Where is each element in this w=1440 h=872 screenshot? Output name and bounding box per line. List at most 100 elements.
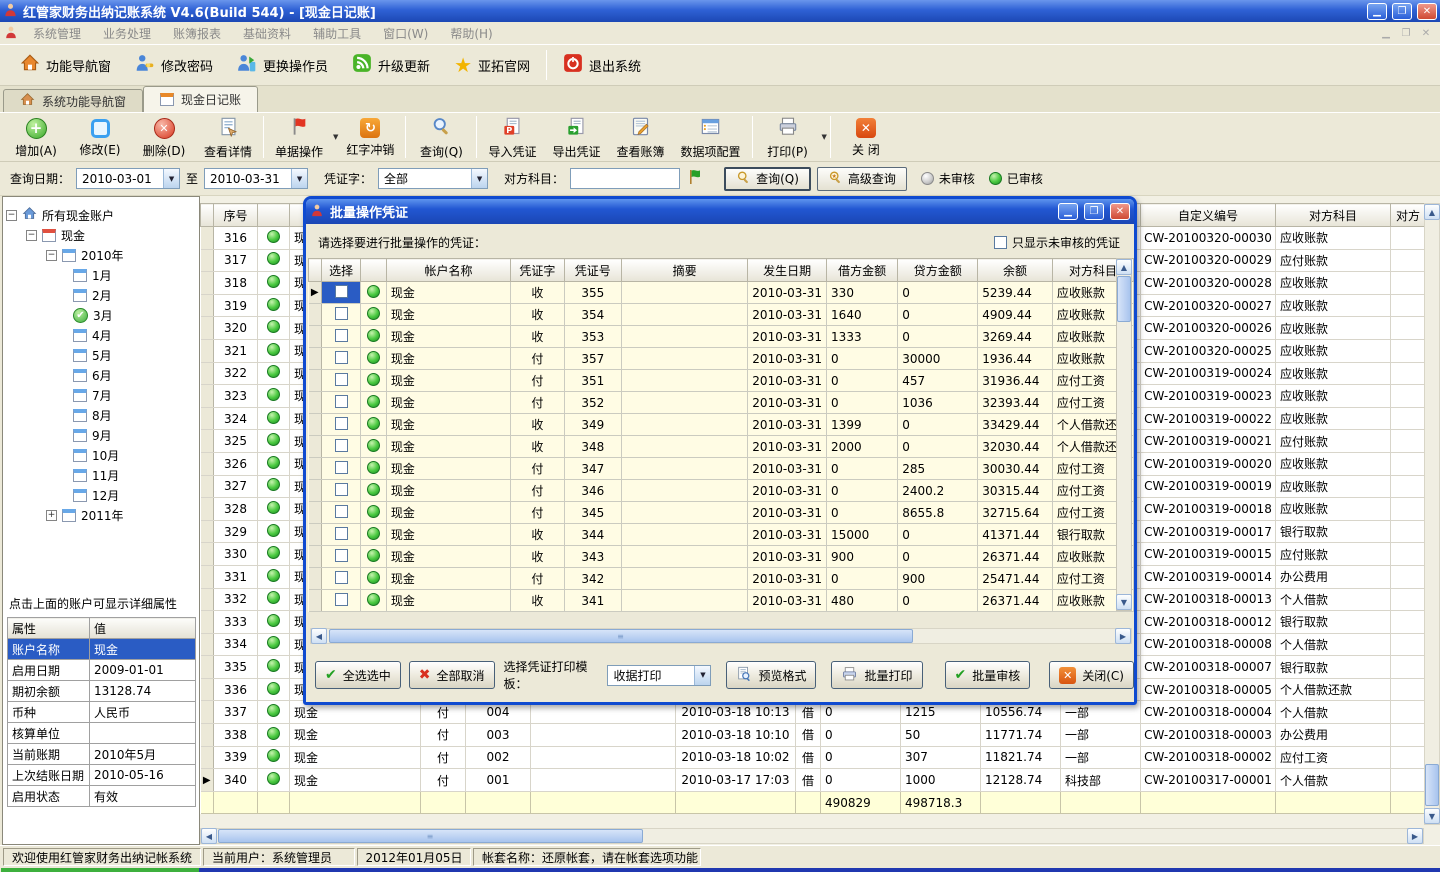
property-row[interactable]: 启用日期2009-01-01 — [8, 660, 196, 681]
mdi-window-buttons[interactable]: ▁❐✕ — [1378, 28, 1434, 39]
tree-item-month[interactable]: 10月 — [3, 445, 199, 465]
filter-query-button[interactable]: 查询(Q) — [724, 167, 811, 191]
row-checkbox[interactable] — [335, 439, 348, 452]
dialog-row[interactable]: 现金付3512010-03-31045731936.44应付工资 — [309, 370, 1134, 392]
row-checkbox[interactable] — [335, 417, 348, 430]
view-detail-button[interactable]: 查看详情 — [196, 114, 260, 160]
delete-button[interactable]: ✕删除(D) — [132, 114, 196, 160]
voucher-type-combo[interactable]: 全部▼ — [378, 168, 488, 189]
column-header[interactable]: 余额 — [978, 259, 1053, 282]
column-header[interactable]: 凭证号 — [564, 259, 621, 282]
menu-item-help[interactable]: 帮助(H) — [439, 22, 503, 44]
expand-icon[interactable]: + — [46, 510, 57, 521]
dialog-row[interactable]: 现金收3532010-03-31133303269.44应收账款 — [309, 326, 1134, 348]
column-header[interactable] — [361, 259, 387, 282]
row-checkbox[interactable] — [335, 351, 348, 364]
dialog-horizontal-scrollbar[interactable]: ◀ ≡ ▶ — [310, 628, 1132, 644]
dialog-close-action-button[interactable]: ✕关闭(C) — [1049, 661, 1134, 689]
column-header[interactable]: 贷方金额 — [898, 259, 978, 282]
property-row[interactable]: 币种人民币 — [8, 702, 196, 723]
row-checkbox[interactable] — [335, 285, 348, 298]
row-checkbox[interactable] — [335, 483, 348, 496]
table-row[interactable]: 339现金付0022010-03-18 10:02借030711821.74一部… — [201, 746, 1426, 769]
column-header[interactable]: 自定义编号 — [1141, 204, 1276, 227]
scroll-thumb[interactable] — [1425, 764, 1439, 806]
data-config-button[interactable]: 数据项配置 — [672, 114, 748, 160]
change-password-button[interactable]: 修改密码 — [123, 48, 225, 82]
property-row[interactable]: 账户名称现金 — [8, 639, 196, 660]
tree-item-month[interactable]: 5月 — [3, 345, 199, 365]
scroll-right-icon[interactable]: ▶ — [1115, 628, 1131, 644]
row-checkbox[interactable] — [335, 329, 348, 342]
horizontal-scrollbar[interactable]: ◀ ≡ ▶ — [200, 828, 1424, 844]
tree-item-month[interactable]: 11月 — [3, 465, 199, 485]
official-site-button[interactable]: ★ 亚拓官网 — [442, 48, 542, 82]
dialog-minimize-button[interactable]: ▁ — [1058, 203, 1078, 220]
row-checkbox[interactable] — [335, 395, 348, 408]
row-checkbox[interactable] — [335, 307, 348, 320]
dialog-close-button[interactable]: ✕ — [1110, 203, 1130, 220]
deselect-all-button[interactable]: ✖全部取消 — [409, 661, 495, 689]
row-checkbox[interactable] — [335, 505, 348, 518]
dialog-row[interactable]: 现金收3432010-03-31900026371.44应收账款 — [309, 546, 1134, 568]
menu-item-books[interactable]: 账簿报表 — [162, 22, 232, 44]
preview-format-button[interactable]: 预览格式 — [726, 661, 816, 689]
row-checkbox[interactable] — [335, 571, 348, 584]
print-caret[interactable]: ▼ — [822, 133, 827, 141]
scroll-thumb[interactable] — [1117, 276, 1131, 322]
scroll-down-icon[interactable]: ▼ — [1116, 594, 1132, 610]
column-header[interactable]: 序号 — [214, 204, 258, 227]
scroll-down-icon[interactable]: ▼ — [1424, 808, 1440, 824]
nav-window-button[interactable]: 功能导航窗 — [8, 48, 123, 82]
dialog-row[interactable]: ▶现金收3552010-03-3133005239.44应收账款 — [309, 282, 1134, 304]
date-from-combo[interactable]: 2010-03-01▼ — [76, 168, 180, 189]
exit-button[interactable]: 退出系统 — [551, 48, 653, 82]
property-row[interactable]: 启用状态有效 — [8, 786, 196, 807]
print-template-combo[interactable]: 收据打印▼ — [607, 665, 711, 686]
scroll-up-icon[interactable]: ▲ — [1116, 259, 1132, 275]
dialog-row[interactable]: 现金收3442010-03-3115000041371.44银行取款 — [309, 524, 1134, 546]
dialog-row[interactable]: 现金付3422010-03-31090025471.44应付工资 — [309, 568, 1134, 590]
minimize-button[interactable]: ▁ — [1367, 3, 1387, 20]
column-header[interactable]: 摘要 — [621, 259, 747, 282]
close-tab-button[interactable]: ✕关 闭 — [834, 114, 898, 160]
dialog-vertical-scrollbar[interactable]: ▲ ▼ — [1116, 258, 1132, 611]
column-header[interactable]: 借方金额 — [827, 259, 898, 282]
vertical-scrollbar[interactable]: ▲ ▼ — [1424, 203, 1440, 825]
property-row[interactable]: 期初余额13128.74 — [8, 681, 196, 702]
tree-item-month[interactable]: 12月 — [3, 485, 199, 505]
tree-item-root[interactable]: − 所有现金账户 — [3, 205, 199, 225]
only-unaudited-checkbox[interactable]: 只显示未审核的凭证 — [994, 234, 1120, 251]
tree-item-month[interactable]: 4月 — [3, 325, 199, 345]
row-checkbox[interactable] — [335, 593, 348, 606]
column-header[interactable] — [201, 204, 214, 227]
column-header[interactable]: 凭证字 — [511, 259, 564, 282]
column-header[interactable]: 选择 — [321, 259, 360, 282]
scroll-left-icon[interactable]: ◀ — [201, 828, 217, 844]
tree-item-month[interactable]: 9月 — [3, 425, 199, 445]
query-button[interactable]: 查询(Q) — [409, 114, 473, 160]
tree-item-month[interactable]: 1月 — [3, 265, 199, 285]
dialog-row[interactable]: 现金收3412010-03-31480026371.44应收账款 — [309, 590, 1134, 612]
tree-item-cash[interactable]: − 现金 — [3, 225, 199, 245]
close-button[interactable]: ✕ — [1417, 3, 1437, 20]
add-button[interactable]: +增加(A) — [4, 114, 68, 160]
tree-item-month[interactable]: 8月 — [3, 405, 199, 425]
date-to-combo[interactable]: 2010-03-31▼ — [204, 168, 308, 189]
checkbox-icon[interactable] — [994, 236, 1007, 249]
tree-item-month[interactable]: 7月 — [3, 385, 199, 405]
collapse-icon[interactable]: − — [46, 250, 57, 261]
edit-button[interactable]: 修改(E) — [68, 114, 132, 160]
scroll-up-icon[interactable]: ▲ — [1424, 204, 1440, 220]
scroll-thumb[interactable]: ≡ — [329, 629, 913, 643]
table-row[interactable]: 338现金付0032010-03-18 10:10借05011771.74一部C… — [201, 724, 1426, 747]
view-ledger-button[interactable]: 查看账簿 — [608, 114, 672, 160]
tree-item-month[interactable]: 2月 — [3, 285, 199, 305]
switch-operator-button[interactable]: 更换操作员 — [225, 48, 340, 82]
import-voucher-button[interactable]: P导入凭证 — [480, 114, 544, 160]
batch-print-button[interactable]: 批量打印 — [831, 661, 922, 689]
column-header[interactable]: 对方 — [1391, 204, 1426, 227]
row-checkbox[interactable] — [335, 461, 348, 474]
dialog-row[interactable]: 现金付3462010-03-3102400.230315.44应付工资 — [309, 480, 1134, 502]
tab-cash-journal[interactable]: 现金日记账 — [143, 86, 258, 112]
